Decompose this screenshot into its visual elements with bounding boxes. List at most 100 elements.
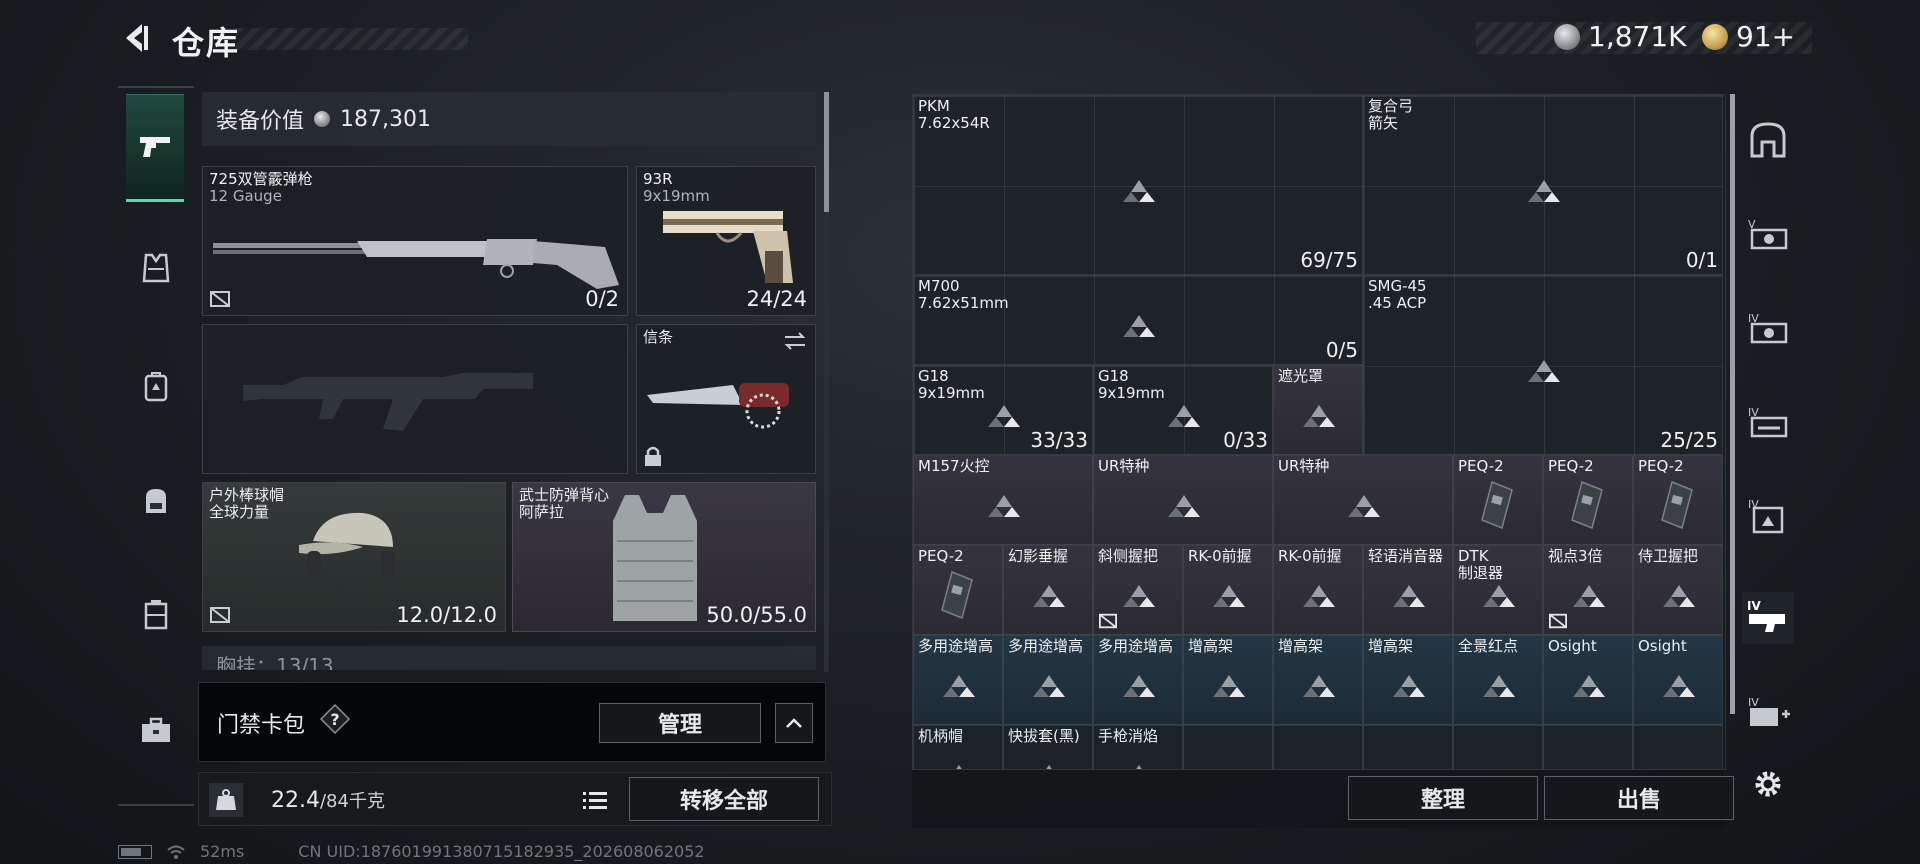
storage-tab-add[interactable]: IV: [1742, 686, 1794, 738]
storage-item[interactable]: 机柄帽: [913, 725, 1003, 769]
gold-currency[interactable]: 91+: [1702, 20, 1795, 53]
storage-item[interactable]: UR特种: [1093, 455, 1273, 545]
sort-button[interactable]: 整理: [1348, 776, 1538, 820]
storage-tab-iv-b[interactable]: IV: [1742, 396, 1794, 448]
storage-item[interactable]: 幻影垂握: [1003, 545, 1093, 635]
manage-button[interactable]: 管理: [599, 703, 761, 743]
add-storage-icon: IV: [1748, 696, 1790, 726]
storage-item-sub: 9x19mm: [918, 384, 985, 402]
placeholder-triangle-icon: [1526, 178, 1562, 204]
storage-item[interactable]: RK-0前握: [1273, 545, 1363, 635]
storage-item[interactable]: G18 9x19mm 33/33: [913, 365, 1093, 455]
storage-item[interactable]: G18 9x19mm 0/33: [1093, 365, 1273, 455]
help-icon[interactable]: ?: [319, 703, 351, 735]
storage-item-name: Osight: [1638, 637, 1687, 655]
placeholder-triangle-icon: [1121, 178, 1157, 204]
storage-item[interactable]: PEQ-2: [1543, 455, 1633, 545]
storage-scroll-thumb[interactable]: [1730, 94, 1735, 714]
placeholder-triangle-icon: [1301, 403, 1337, 429]
storage-item[interactable]: PKM 7.62x54R 69/75: [913, 95, 1363, 275]
storage-item[interactable]: 快拔套(黑): [1003, 725, 1093, 769]
storage-item[interactable]: 多用途增高: [913, 635, 1003, 725]
transfer-all-button[interactable]: 转移全部: [629, 777, 819, 821]
slot-melee[interactable]: 信条: [636, 324, 816, 474]
pistol-icon: [140, 137, 170, 157]
storage-item[interactable]: 全景红点: [1453, 635, 1543, 725]
category-vest[interactable]: [128, 240, 184, 296]
storage-item[interactable]: DTK 制退器: [1453, 545, 1543, 635]
secondary-weapon-name: 93R: [643, 170, 673, 188]
category-case[interactable]: [128, 702, 184, 758]
storage-item[interactable]: 斜侧握把: [1093, 545, 1183, 635]
storage-item[interactable]: Osight: [1543, 635, 1633, 725]
storage-item[interactable]: SMG-45.45 ACP 25/25: [1363, 275, 1723, 455]
storage-item[interactable]: 增高架: [1363, 635, 1453, 725]
storage-item[interactable]: M157火控: [913, 455, 1093, 545]
storage-item-name: G18: [918, 367, 949, 385]
storage-empty-cell[interactable]: [1453, 725, 1543, 769]
chest-rig-row[interactable]: 胸挂：13/13: [202, 646, 816, 670]
back-icon[interactable]: [118, 20, 154, 56]
storage-item-sub: 9x19mm: [1098, 384, 1165, 402]
sell-button[interactable]: 出售: [1544, 776, 1734, 820]
storage-item[interactable]: 复合弓 箭矢 0/1: [1363, 95, 1723, 275]
category-backpack[interactable]: [128, 358, 184, 414]
storage-item[interactable]: 轻语消音器: [1363, 545, 1453, 635]
storage-item[interactable]: 多用途增高: [1003, 635, 1093, 725]
storage-item[interactable]: RK-0前握: [1183, 545, 1273, 635]
helmet-name: 户外棒球帽: [209, 486, 285, 504]
placeholder-triangle-icon: [1661, 583, 1697, 609]
storage-tab-v[interactable]: V: [1742, 208, 1794, 260]
category-container[interactable]: [128, 586, 184, 642]
storage-tab-iv-active[interactable]: IV: [1742, 592, 1794, 644]
equipment-scroll-thumb[interactable]: [824, 92, 829, 212]
storage-item-name: G18: [1098, 367, 1129, 385]
slot-secondary-weapon[interactable]: 93R 9x19mm 24/24: [636, 166, 816, 316]
silver-currency[interactable]: 1,871K: [1554, 20, 1687, 53]
list-icon[interactable]: [579, 785, 611, 817]
category-weapons[interactable]: [126, 94, 184, 202]
storage-item[interactable]: 手枪消焰: [1093, 725, 1183, 769]
storage-item[interactable]: 侍卫握把: [1633, 545, 1723, 635]
expansion-box-icon: IV: [1748, 406, 1788, 438]
slot-primary-weapon[interactable]: 725双管霰弹枪 12 Gauge 0/2: [202, 166, 628, 316]
storage-item[interactable]: UR特种: [1273, 455, 1453, 545]
storage-empty-cell[interactable]: [1363, 725, 1453, 769]
laser-module-icon: [1478, 480, 1518, 530]
storage-item[interactable]: PEQ-2: [913, 545, 1003, 635]
storage-item[interactable]: Osight: [1633, 635, 1723, 725]
storage-item[interactable]: PEQ-2: [1633, 455, 1723, 545]
slot-armor[interactable]: 武士防弹背心 阿萨拉 50.0/55.0: [512, 482, 816, 632]
storage-empty-cell[interactable]: [1543, 725, 1633, 769]
placeholder-triangle-icon: [1121, 583, 1157, 609]
pistol-image: [663, 211, 793, 283]
placeholder-triangle-icon: [1301, 673, 1337, 699]
storage-item[interactable]: 多用途增高: [1093, 635, 1183, 725]
storage-item[interactable]: M700 7.62x51mm 0/5: [913, 275, 1363, 365]
storage-tab-iv-a[interactable]: IV: [1742, 302, 1794, 354]
slot-helmet[interactable]: 户外棒球帽 全球力量 12.0/12.0: [202, 482, 506, 632]
storage-empty-cell[interactable]: [1633, 725, 1723, 769]
storage-item-sub: .45 ACP: [1368, 294, 1427, 312]
storage-item[interactable]: 增高架: [1273, 635, 1363, 725]
storage-empty-cell[interactable]: [1273, 725, 1363, 769]
placeholder-triangle-icon: [1166, 403, 1202, 429]
storage-item[interactable]: 增高架: [1183, 635, 1273, 725]
storage-item[interactable]: 视点3倍: [1543, 545, 1633, 635]
settings-gear[interactable]: [1742, 758, 1794, 810]
storage-item-sub: 7.62x51mm: [918, 294, 1009, 312]
weight-readout: 22.4/84千克: [271, 787, 385, 813]
storage-empty-cell[interactable]: [1183, 725, 1273, 769]
collapse-button[interactable]: [775, 703, 813, 743]
storage-item[interactable]: PEQ-2: [1453, 455, 1543, 545]
storage-item[interactable]: 遮光罩: [1273, 365, 1363, 455]
storage-item-name: 复合弓: [1368, 97, 1414, 115]
storage-tab-main[interactable]: [1742, 114, 1794, 166]
storage-tab-iv-c[interactable]: IV: [1742, 490, 1794, 542]
swap-icon: [784, 332, 806, 350]
backpack-icon: [144, 372, 168, 402]
storage-item-name: 多用途增高: [918, 637, 994, 655]
slot-empty-weapon[interactable]: [202, 324, 628, 474]
category-pack[interactable]: [128, 472, 184, 528]
title-decoration: [236, 28, 468, 50]
